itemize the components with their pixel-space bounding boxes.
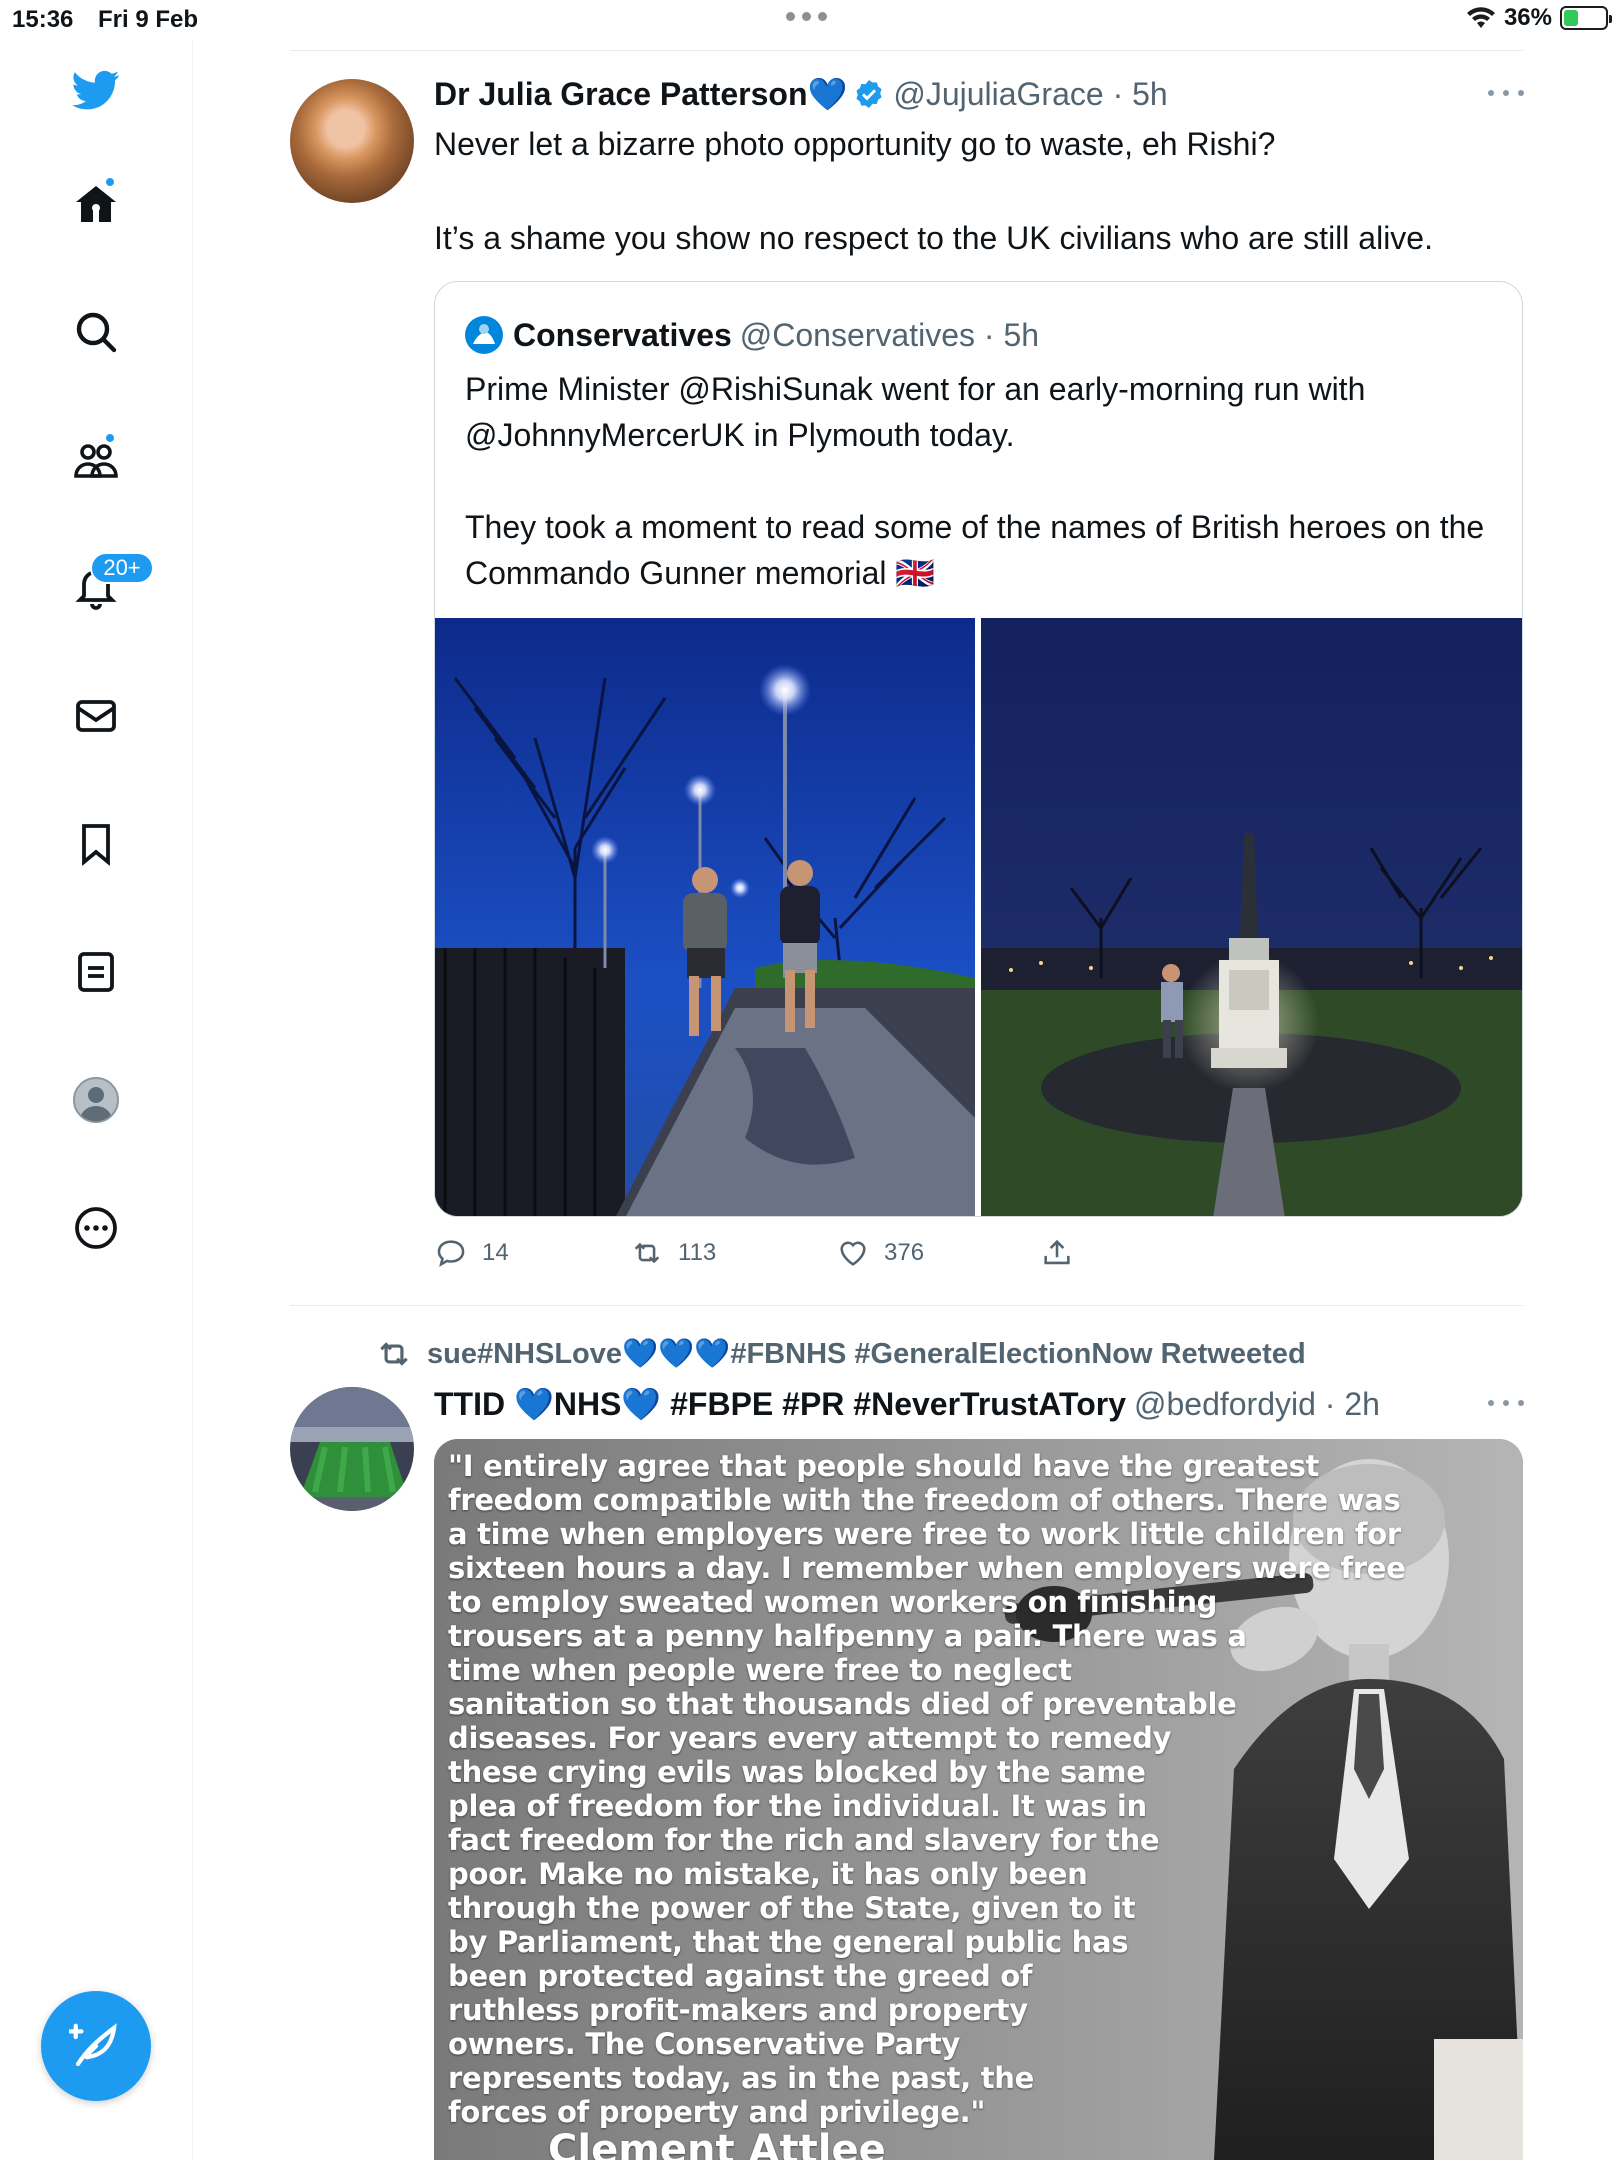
twitter-logo-icon[interactable] [66,60,126,120]
quote-line: freedom compatible with the freedom of o… [448,1483,1401,1517]
messages-icon[interactable] [66,686,126,746]
quote-line: represents today, as in the past, the [448,2061,1035,2095]
running-photo[interactable] [435,618,975,1216]
quote-line: trousers at a penny halfpenny a pair. Th… [448,1619,1247,1653]
quote-line: diseases. For years every attempt to rem… [448,1721,1172,1755]
profile-icon[interactable] [66,1070,126,1130]
quote-line: to employ sweated women workers on finis… [448,1585,1218,1619]
quote-line: owners. The Conservative Party [448,2027,961,2061]
status-bar: 15:36 Fri 9 Feb 36% [0,0,1620,40]
retweet-icon [634,1242,660,1264]
quoted-tweet-header: Conservatives @Conservatives · 5h [465,316,1039,354]
notifications-badge: 20+ [90,552,154,584]
quote-line: ruthless profit-makers and property [448,1993,1028,2027]
tweet-actions: 14 113 376 [434,1236,1134,1276]
memorial-photo[interactable] [981,618,1522,1216]
quote-line: been protected against the greed of [448,1959,1033,1993]
retweet-count: 113 [678,1239,717,1266]
conservatives-logo-icon [465,316,503,354]
tweet-more-icon[interactable] [1488,90,1524,102]
author-handle-time[interactable]: @bedfordyid · 2h [1134,1386,1380,1423]
quote-line: sanitation so that thousands died of pre… [448,1687,1237,1721]
home-icon[interactable] [66,174,126,234]
bookmarks-icon[interactable] [66,814,126,874]
feed-divider [290,1305,1523,1306]
communities-icon[interactable] [66,430,126,490]
quote-line: these crying evils was blocked by the sa… [448,1755,1146,1789]
retweeted-by-text: sue#NHSLove💙💙💙#FBNHS #GeneralElectionNow… [427,1338,1306,1370]
compose-tweet-button[interactable] [41,1991,151,2101]
quoted-author-handle-time: @Conservatives · 5h [739,316,1040,353]
quote-line: fact freedom for the rich and slavery fo… [448,1823,1160,1857]
more-options-icon[interactable] [66,1198,126,1258]
battery-percentage: 36% [1503,4,1552,31]
share-icon [1044,1239,1070,1265]
notifications-icon[interactable]: 20+ [66,552,154,618]
home-unread-dot [104,176,116,188]
quoted-tweet-text: Prime Minister @RishiSunak went for an e… [465,371,1485,591]
multitasking-dots-icon[interactable] [786,12,827,21]
quote-line: by Parliament, that the general public h… [448,1925,1129,1959]
tweet-text: Never let a bizarre photo opportunity go… [434,126,1433,256]
quoted-author-name: Conservatives [513,316,732,353]
quote-line: through the power of the State, given to… [448,1891,1136,1925]
status-time: 15:36 [12,6,74,33]
quote-line: a time when employers were free to work … [448,1517,1401,1551]
reply-icon [437,1240,465,1267]
quote-line: forces of property and privilege." [448,2095,986,2129]
tweet-header: TTID 💙NHS💙 #FBPE #PR #NeverTrustATory @b… [434,1385,1380,1423]
feed-divider [290,50,1523,51]
retweet-icon [380,1342,408,1366]
share-button[interactable] [1040,1236,1074,1270]
communities-unread-dot [104,432,116,444]
quote-image-text: "I entirely agree that people should hav… [448,1449,1406,2129]
heart-icon [840,1241,866,1266]
author-avatar[interactable] [290,79,414,203]
status-date: Fri 9 Feb [98,6,199,33]
verified-badge-icon [856,80,882,108]
quote-attribution: Clement Attlee [548,2127,886,2160]
lists-icon[interactable] [66,942,126,1002]
tweet-header: Dr Julia Grace Patterson 💙 @JujuliaGrace… [434,75,1168,113]
heart-emoji: 💙 [807,76,848,112]
tweet-more-icon[interactable] [1488,1400,1524,1412]
compose-tweet-icon [69,2023,117,2067]
side-navigation: 20+ [0,40,193,2160]
like-button[interactable]: 376 [836,1236,924,1270]
quote-line: poor. Make no mistake, it has only been [448,1857,1088,1891]
wifi-icon [1466,7,1495,28]
battery-icon [1560,6,1612,30]
retweet-button[interactable]: 113 [630,1236,716,1270]
quote-line: plea of freedom for the individual. It w… [448,1789,1147,1823]
quote-line: sixteen hours a day. I remember when emp… [448,1551,1406,1585]
reply-count: 14 [482,1239,509,1266]
author-name[interactable]: TTID 💙NHS💙 #FBPE #PR #NeverTrustATory [434,1385,1126,1423]
reply-button[interactable]: 14 [434,1236,509,1270]
author-avatar[interactable] [290,1387,414,1511]
author-name[interactable]: Dr Julia Grace Patterson [434,76,807,113]
like-count: 376 [884,1239,925,1266]
retweeted-by-line[interactable]: sue#NHSLove💙💙💙#FBNHS #GeneralElectionNow… [375,1335,1306,1373]
search-icon[interactable] [66,302,126,362]
author-handle-time[interactable]: @JujuliaGrace · 5h [893,76,1167,113]
quote-image[interactable]: "I entirely agree that people should hav… [434,1439,1523,2160]
quote-line: "I entirely agree that people should hav… [448,1449,1320,1483]
status-indicators: 36% [1466,4,1612,32]
quoted-tweet[interactable]: Conservatives @Conservatives · 5h Prime … [434,281,1523,1217]
quote-line: time when people were free to neglect [448,1653,1072,1687]
